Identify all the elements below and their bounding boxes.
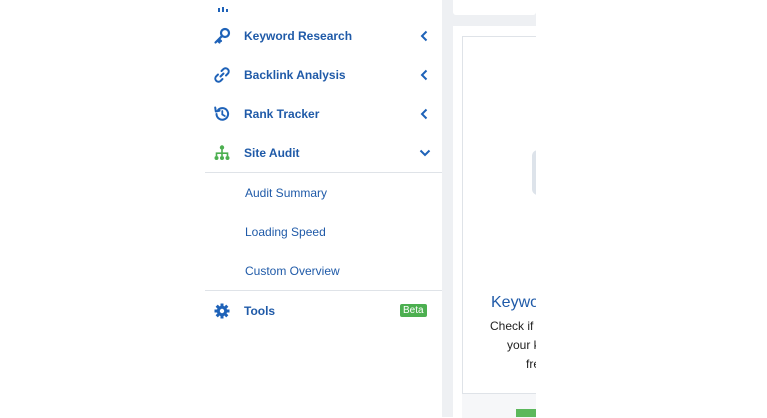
chart-bar-icon[interactable] <box>218 0 228 12</box>
sidebar-item-site-audit[interactable]: Site Audit <box>205 133 442 172</box>
link-icon <box>213 66 231 84</box>
sidebar-subitem-custom-overview[interactable]: Custom Overview <box>205 251 442 290</box>
sidebar-item-label: Keyword Research <box>244 28 353 43</box>
sidebar-subitem-label: Loading Speed <box>245 224 326 239</box>
sidebar-subitem-label: Custom Overview <box>245 263 340 278</box>
sitemap-icon <box>213 144 231 162</box>
history-icon <box>213 105 231 123</box>
sidebar-item-rank-tracker[interactable]: Rank Tracker <box>205 94 442 133</box>
chevron-left-icon[interactable] <box>419 108 429 120</box>
top-card <box>453 0 536 15</box>
key-icon <box>213 27 231 45</box>
card-title: Keywo <box>491 294 540 311</box>
sidebar-item-label: Backlink Analysis <box>244 67 346 82</box>
gear-icon <box>213 302 231 320</box>
chevron-left-icon[interactable] <box>419 30 429 42</box>
sidebar-subitem-label: Audit Summary <box>245 185 328 200</box>
sidebar-subitem-loading-speed[interactable]: Loading Speed <box>205 212 442 251</box>
sidebar-item-label: Rank Tracker <box>244 106 320 121</box>
sidebar-subitem-audit-summary[interactable]: Audit Summary <box>205 173 442 212</box>
card-text-line: your k <box>507 338 540 352</box>
sidebar: Keyword Research Backlink Analysis Rank … <box>205 0 442 417</box>
sidebar-item-label: Site Audit <box>244 145 300 160</box>
sidebar-item-tools[interactable]: Tools Beta <box>205 291 442 330</box>
chevron-down-icon[interactable] <box>419 147 431 159</box>
card-text-line: Check if <box>490 319 534 333</box>
chevron-left-icon[interactable] <box>419 69 429 81</box>
sidebar-item-keyword-research[interactable]: Keyword Research <box>205 16 442 55</box>
sidebar-item-label: Tools <box>244 303 276 318</box>
sidebar-item-backlink-analysis[interactable]: Backlink Analysis <box>205 55 442 94</box>
blank-area <box>536 0 767 417</box>
beta-badge: Beta <box>400 304 427 317</box>
card-action-button[interactable] <box>516 409 536 417</box>
